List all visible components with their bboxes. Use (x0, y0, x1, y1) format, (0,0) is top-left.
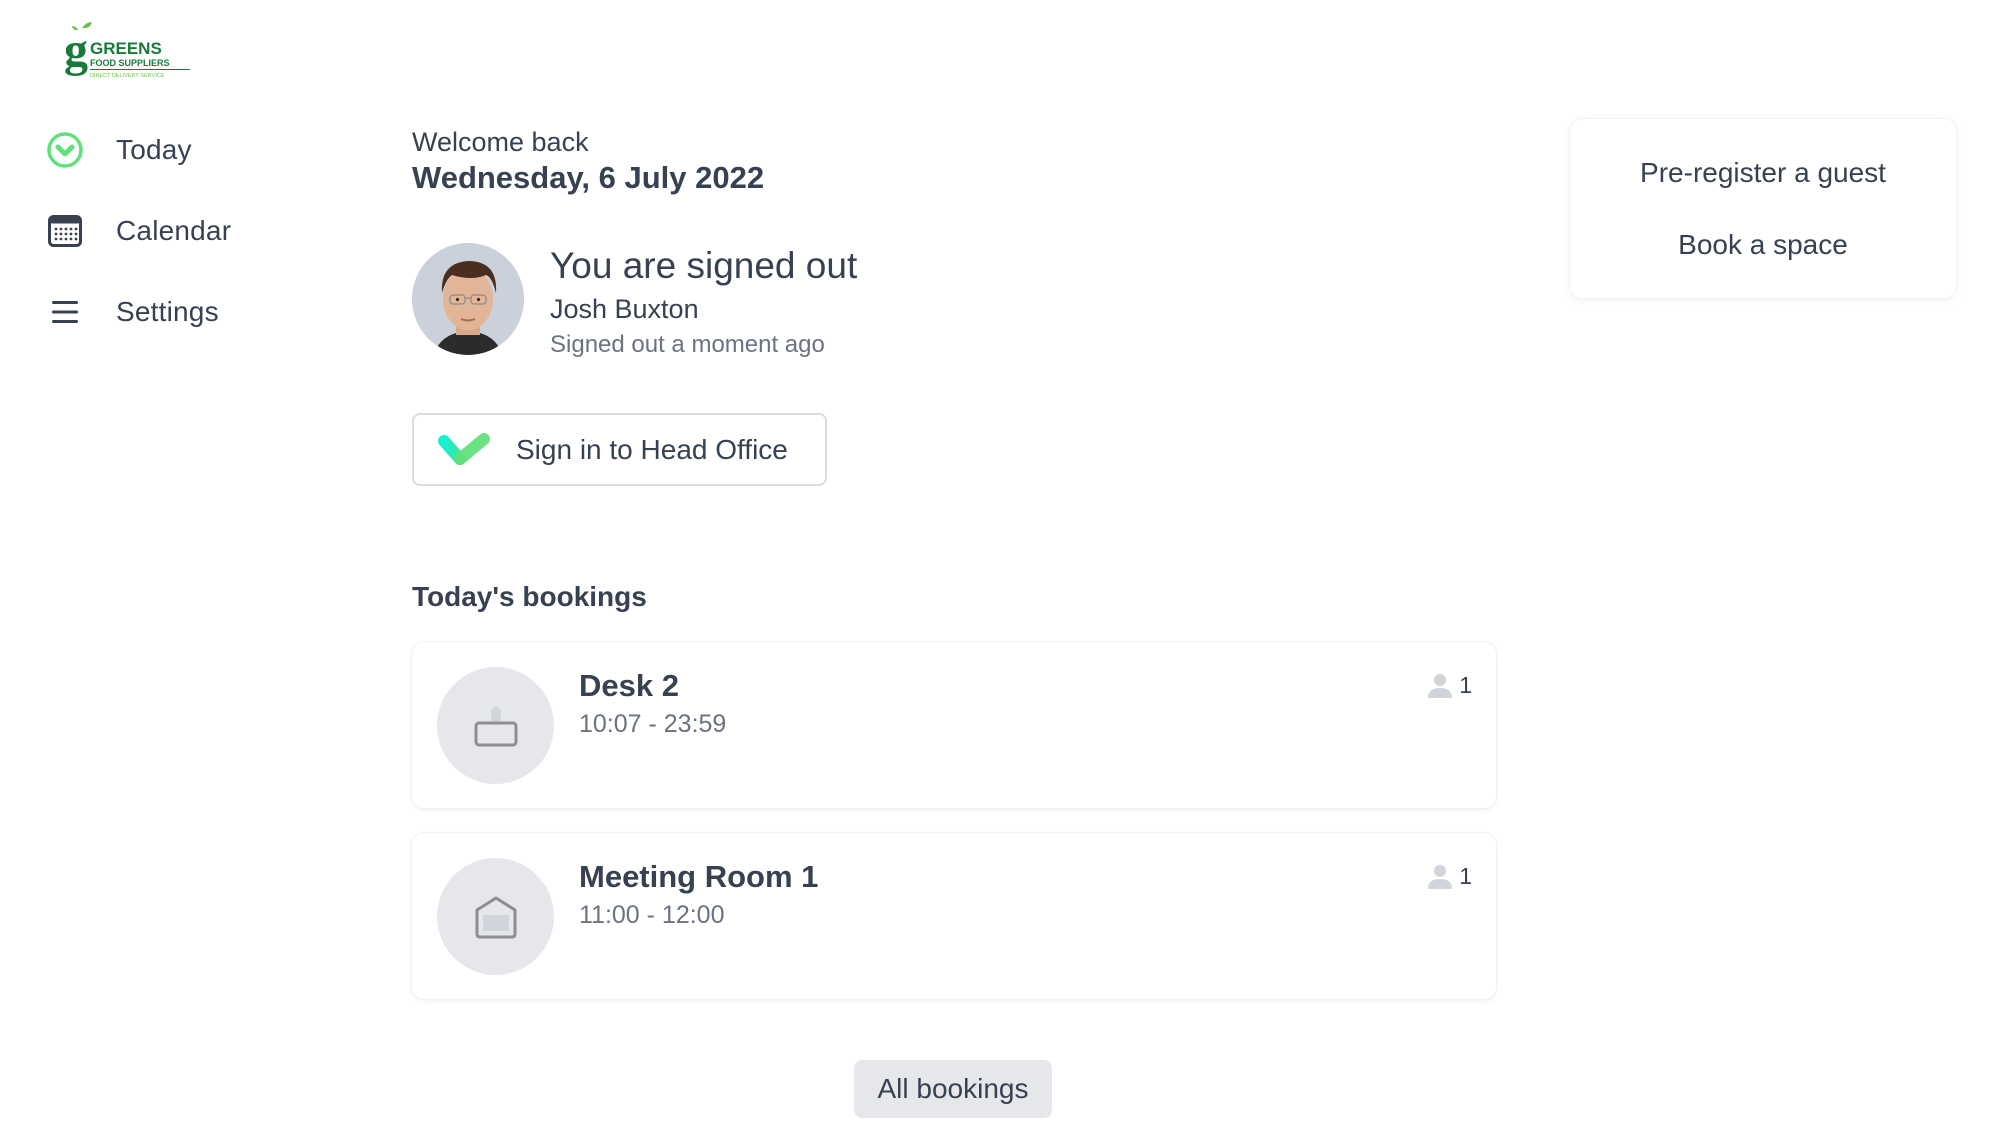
svg-text:GREENS: GREENS (90, 39, 162, 58)
sidebar-nav: Today Calendar Settings (44, 118, 304, 361)
sign-in-button[interactable]: Sign in to Head Office (412, 413, 827, 486)
booking-time: 11:00 - 12:00 (579, 901, 725, 929)
greens-logo-icon: g GREENS FOOD SUPPLIERS DIRECT DELIVERY … (64, 22, 190, 79)
meeting-room-icon (437, 858, 554, 975)
person-icon (1428, 673, 1453, 698)
check-circle-icon (44, 129, 86, 171)
check-logo-icon (438, 432, 490, 465)
svg-text:FOOD SUPPLIERS: FOOD SUPPLIERS (90, 58, 170, 68)
bookings-heading: Today's bookings (412, 581, 647, 612)
svg-text:g: g (64, 24, 88, 77)
user-photo-icon (412, 243, 524, 355)
booking-time: 10:07 - 23:59 (579, 710, 727, 738)
booking-card[interactable]: Desk 2 10:07 - 23:59 1 (412, 642, 1496, 808)
status-time: Signed out a moment ago (550, 331, 825, 358)
quick-actions-card: Pre-register a guest Book a space (1570, 119, 1956, 298)
attendee-count-value: 1 (1459, 863, 1472, 889)
booking-name: Desk 2 (579, 668, 679, 703)
main-content: Welcome back Wednesday, 6 July 2022 You … (412, 125, 1497, 999)
menu-icon (44, 291, 86, 333)
company-logo: g GREENS FOOD SUPPLIERS DIRECT DELIVERY … (64, 22, 196, 86)
status-title: You are signed out (550, 245, 858, 286)
avatar (412, 243, 524, 355)
sidebar-item-calendar[interactable]: Calendar (44, 199, 304, 263)
attendee-count: 1 (1427, 672, 1472, 699)
page-title-date: Wednesday, 6 July 2022 (412, 160, 765, 195)
book-space-link[interactable]: Book a space (1570, 229, 1956, 261)
person-icon (1428, 864, 1453, 889)
status-section: You are signed out Josh Buxton Signed ou… (412, 243, 1497, 363)
sidebar-item-settings[interactable]: Settings (44, 280, 304, 344)
pre-register-guest-link[interactable]: Pre-register a guest (1570, 157, 1956, 189)
attendee-count-value: 1 (1459, 672, 1472, 698)
user-name: Josh Buxton (550, 294, 699, 324)
sign-in-label: Sign in to Head Office (516, 433, 788, 465)
status-text-block: You are signed out Josh Buxton Signed ou… (550, 243, 857, 363)
sidebar-item-today[interactable]: Today (44, 118, 304, 182)
sidebar-item-label: Today (116, 134, 192, 165)
sidebar-item-label: Settings (116, 296, 219, 327)
sidebar-item-label: Calendar (116, 215, 232, 246)
calendar-icon (44, 210, 86, 252)
desk-icon (437, 667, 554, 784)
welcome-text: Welcome back (412, 127, 589, 157)
booking-name: Meeting Room 1 (579, 859, 819, 894)
attendee-count: 1 (1427, 863, 1472, 890)
svg-text:DIRECT DELIVERY SERVICE: DIRECT DELIVERY SERVICE (90, 73, 165, 79)
all-bookings-button[interactable]: All bookings (854, 1060, 1052, 1118)
booking-card[interactable]: Meeting Room 1 11:00 - 12:00 1 (412, 833, 1496, 999)
